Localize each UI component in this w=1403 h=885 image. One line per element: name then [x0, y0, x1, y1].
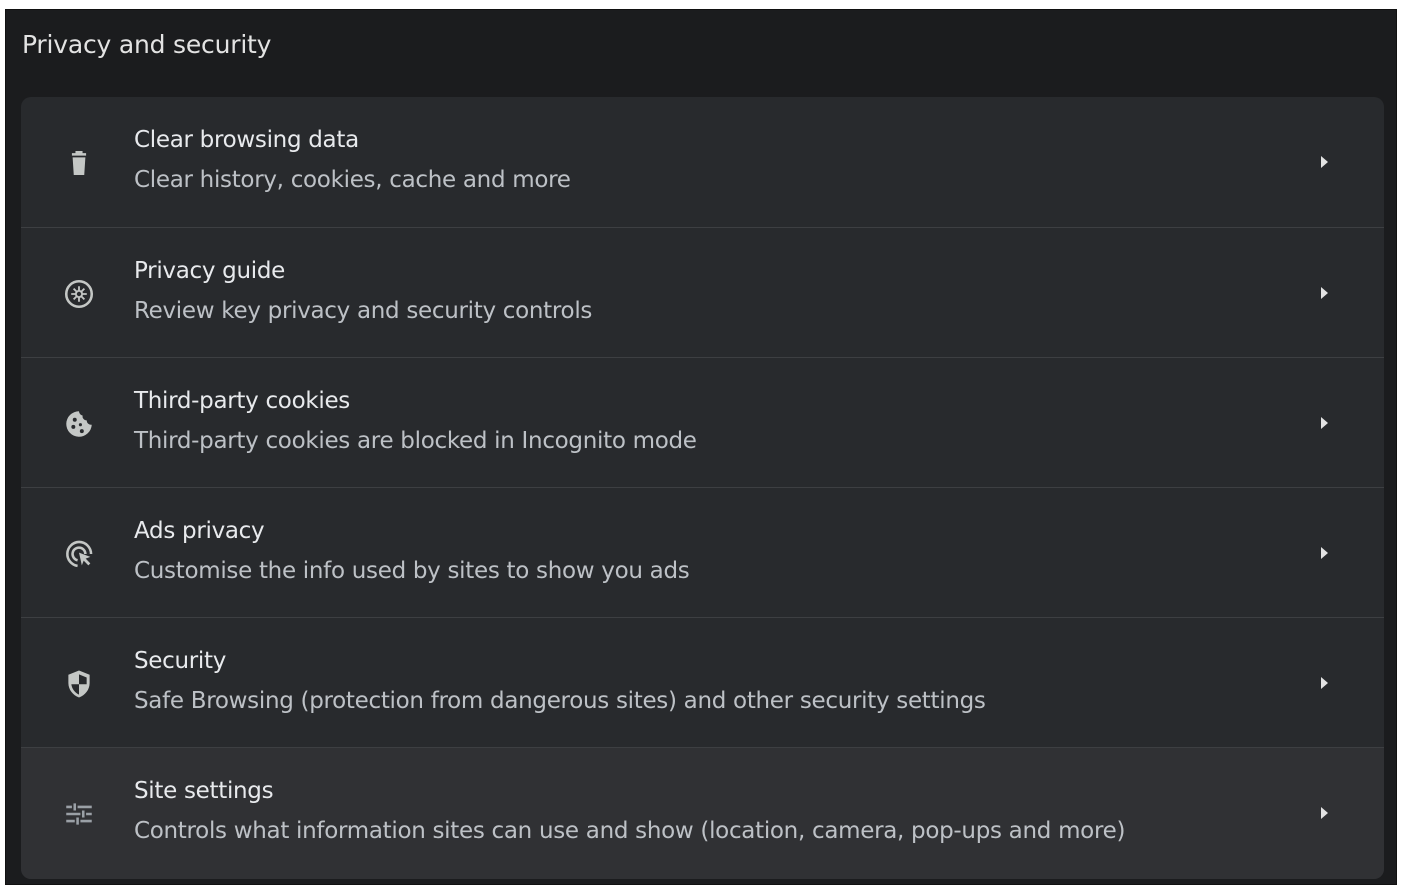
chevron-right-icon: [1321, 156, 1328, 168]
chevron-right-icon: [1321, 547, 1328, 559]
trash-icon: [61, 145, 97, 181]
row-security[interactable]: Security Safe Browsing (protection from …: [21, 617, 1384, 746]
tune-icon: [61, 796, 97, 832]
row-site-settings[interactable]: Site settings Controls what information …: [21, 747, 1384, 879]
row-subtitle: Safe Browsing (protection from dangerous…: [134, 688, 986, 714]
row-title: Site settings: [134, 778, 274, 804]
row-third-party-cookies[interactable]: Third-party cookies Third-party cookies …: [21, 357, 1384, 486]
row-subtitle: Controls what information sites can use …: [134, 818, 1126, 844]
privacy-guide-icon: [61, 276, 97, 312]
cookie-icon: [61, 406, 97, 442]
row-title: Clear browsing data: [134, 127, 359, 153]
row-subtitle: Third-party cookies are blocked in Incog…: [134, 428, 697, 454]
row-title: Third-party cookies: [134, 388, 350, 414]
section-title: Privacy and security: [22, 30, 272, 59]
row-subtitle: Clear history, cookies, cache and more: [134, 167, 571, 193]
chevron-right-icon: [1321, 417, 1328, 429]
ads-privacy-icon: [61, 536, 97, 572]
row-title: Security: [134, 648, 227, 674]
row-subtitle: Customise the info used by sites to show…: [134, 558, 690, 584]
shield-icon: [61, 666, 97, 702]
settings-window: Privacy and security Clear browsing data…: [5, 9, 1397, 885]
chevron-right-icon: [1321, 677, 1328, 689]
row-clear-browsing-data[interactable]: Clear browsing data Clear history, cooki…: [21, 97, 1384, 226]
row-title: Ads privacy: [134, 518, 265, 544]
chevron-right-icon: [1321, 287, 1328, 299]
row-privacy-guide[interactable]: Privacy guide Review key privacy and sec…: [21, 227, 1384, 356]
row-ads-privacy[interactable]: Ads privacy Customise the info used by s…: [21, 487, 1384, 616]
privacy-card: Clear browsing data Clear history, cooki…: [21, 97, 1384, 879]
row-title: Privacy guide: [134, 258, 286, 284]
row-subtitle: Review key privacy and security controls: [134, 298, 593, 324]
chevron-right-icon: [1321, 807, 1328, 819]
